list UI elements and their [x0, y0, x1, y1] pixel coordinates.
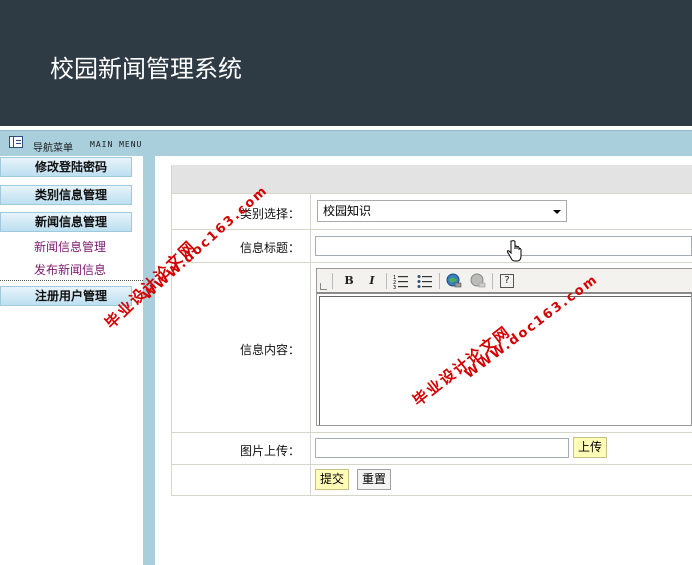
form-header-bar [171, 165, 692, 193]
category-select[interactable]: 校园知识 [317, 200, 567, 222]
unordered-list-icon[interactable] [417, 273, 433, 289]
unlink-icon[interactable] [470, 273, 486, 289]
toolbar-separator [492, 273, 493, 289]
reset-button[interactable]: 重置 [357, 469, 391, 490]
image-path-input[interactable] [315, 438, 569, 458]
mouse-cursor-icon [506, 240, 522, 267]
editor-content-area[interactable] [319, 296, 691, 425]
chevron-down-icon [553, 210, 561, 214]
bold-icon[interactable]: B [341, 273, 357, 289]
toolbar-separator [439, 273, 440, 289]
title-input[interactable] [315, 236, 692, 256]
submit-button[interactable]: 提交 [315, 469, 349, 490]
app-header: 校园新闻管理系统 [0, 0, 692, 126]
nav-bar: 导航菜单 MAIN MENU [0, 130, 692, 156]
sidebar-divider [143, 156, 155, 565]
ordered-list-icon[interactable]: 123 [393, 273, 409, 291]
editor-toolbar: B I 123 ? [317, 269, 692, 294]
sidebar-item-category-management[interactable]: 类别信息管理 [0, 185, 132, 205]
link-icon[interactable] [446, 273, 462, 289]
sidebar-item-user-management[interactable]: 注册用户管理 [0, 286, 132, 306]
form-divider [171, 262, 692, 263]
toolbar-separator [386, 273, 387, 289]
nav-sub-label: MAIN MENU [90, 140, 143, 149]
sidebar-item-news-management-group[interactable]: 新闻信息管理 [0, 212, 132, 232]
nav-label: 导航菜单 [33, 143, 73, 154]
sidebar-item-publish-news[interactable]: 发布新闻信息 [0, 259, 143, 281]
category-select-value: 校园知识 [323, 204, 372, 218]
content-label: 信息内容： [239, 343, 300, 357]
form-column-divider [310, 193, 311, 496]
toolbar-handle [320, 283, 327, 290]
form-divider [171, 229, 692, 230]
help-icon[interactable]: ? [500, 274, 514, 288]
upload-button[interactable]: 上传 [573, 437, 607, 458]
sidebar-item-change-password[interactable]: 修改登陆密码 [0, 157, 132, 177]
image-upload-label: 图片上传： [239, 444, 300, 458]
app-title: 校园新闻管理系统 [50, 55, 242, 83]
italic-icon[interactable]: I [364, 273, 380, 289]
toolbar-separator [332, 273, 333, 289]
sidebar-item-news-management[interactable]: 新闻信息管理 [0, 236, 143, 258]
form-divider [171, 464, 692, 465]
form-divider [171, 432, 692, 433]
svg-text:3: 3 [393, 285, 396, 289]
menu-icon [9, 136, 23, 148]
